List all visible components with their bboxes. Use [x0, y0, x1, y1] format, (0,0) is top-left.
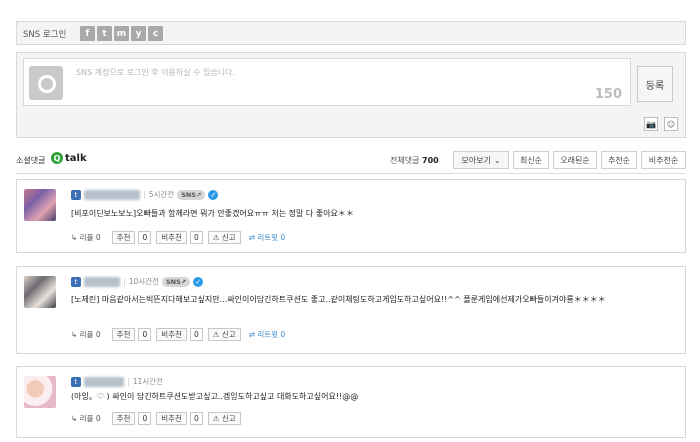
timestamp: 5시간전 — [148, 190, 175, 199]
not-recommend-count: 0 — [189, 231, 203, 244]
nickname[interactable] — [84, 376, 124, 387]
comment-item: t | 5시간전 SNS↗ ✓ [비포이딘보노보노]오빠들과 함께라면 뭐가 안… — [16, 179, 686, 253]
not-recommend-button[interactable]: 비추천 — [156, 231, 187, 244]
comment-compose-box: SNS 계정으로 로그인 후 이용하실 수 있습니다. 150 등록 📷 ☺ — [16, 52, 686, 138]
recommend-button[interactable]: 추천 — [111, 412, 136, 425]
not-recommend-count: 0 — [189, 412, 203, 425]
social-comment-title: 소셜댓글 — [16, 156, 46, 165]
recommend-button[interactable]: 추천 — [111, 231, 136, 244]
yozm-icon[interactable]: y — [131, 26, 146, 41]
total-label: 전체댓글 — [390, 156, 420, 165]
twitter-icon: t — [71, 376, 81, 387]
report-button[interactable]: ⚠ 신고 — [207, 328, 241, 341]
timestamp: 11시간전 — [132, 377, 163, 386]
reply-link[interactable]: ↳ 리플 0 — [71, 329, 101, 340]
not-recommend-button[interactable]: 비추천 — [156, 328, 187, 341]
comment-actions: ↳ 리플 0 추천 0 비추천 0 ⚠ 신고 — [71, 412, 241, 425]
total-count: 700 — [422, 156, 439, 165]
cyworld-icon[interactable]: c — [148, 26, 163, 41]
divider — [16, 173, 686, 174]
twitter-bird-icon: ✓ — [208, 189, 219, 200]
comment-meta: t | 5시간전 SNS↗ ✓ — [71, 189, 219, 200]
timestamp: 10시간전 — [128, 277, 159, 286]
sns-badge[interactable]: SNS↗ — [177, 189, 206, 200]
recommend-count: 0 — [138, 412, 152, 425]
retweet-link[interactable]: ⇄ 리트윗 0 — [249, 232, 286, 243]
comment-text: [노제린] 마음같아서는빅뜬지다해보고싶지만...싸인이이담긴하트쿠션도 좋고.… — [71, 295, 606, 304]
retweet-link[interactable]: ⇄ 리트윗 0 — [249, 329, 286, 340]
comment-input[interactable]: SNS 계정으로 로그인 후 이용하실 수 있습니다. 150 — [23, 58, 631, 106]
nickname[interactable] — [84, 189, 140, 200]
comment-actions: ↳ 리플 0 추천 0 비추천 0 ⚠ 신고 ⇄ 리트윗 0 — [71, 328, 285, 341]
twitter-bird-icon: ✓ — [193, 276, 204, 287]
recommend-button[interactable]: 추천 — [111, 328, 136, 341]
comment-item: t | 10시간전 SNS↗ ✓ [노제린] 마음같아서는빅뜬지다해보고싶지만.… — [16, 266, 686, 354]
report-button[interactable]: ⚠ 신고 — [207, 231, 241, 244]
reply-link[interactable]: ↳ 리플 0 — [71, 232, 101, 243]
not-recommend-count: 0 — [189, 328, 203, 341]
recommend-count: 0 — [138, 231, 152, 244]
facebook-icon[interactable]: f — [80, 26, 95, 41]
talk-bubble-icon: Q — [51, 152, 63, 164]
twitter-icon: t — [71, 276, 81, 287]
sns-icon-group: f t m y c — [80, 26, 163, 41]
avatar[interactable] — [24, 276, 56, 308]
talk-logo: Q talk — [51, 152, 87, 164]
sort-latest[interactable]: 최신순 — [513, 151, 549, 169]
emoticon-icon[interactable]: ☺ — [664, 117, 678, 131]
comment-actions: ↳ 리플 0 추천 0 비추천 0 ⚠ 신고 ⇄ 리트윗 0 — [71, 231, 285, 244]
sns-login-label: SNS 로그인 — [23, 30, 67, 40]
comment-meta: t | 10시간전 SNS↗ ✓ — [71, 276, 204, 287]
comment-item: t | 11시간전 (아잉。♡ ) 싸인이 담긴하트쿠션도받고싶고..겜잉도하고… — [16, 366, 686, 438]
default-avatar-icon — [29, 66, 63, 100]
not-recommend-button[interactable]: 비추천 — [156, 412, 187, 425]
recommend-count: 0 — [138, 328, 152, 341]
comment-text: (아잉。♡ ) 싸인이 담긴하트쿠션도받고싶고..겜잉도하고싶고 대화도하고싶어… — [71, 392, 359, 401]
avatar[interactable] — [24, 376, 56, 408]
reply-link[interactable]: ↳ 리플 0 — [71, 413, 101, 424]
sort-recommended[interactable]: 추천순 — [601, 151, 637, 169]
view-mode-label: 모아보기 — [461, 155, 491, 165]
sort-oldest[interactable]: 오래된순 — [553, 151, 597, 169]
report-button[interactable]: ⚠ 신고 — [207, 412, 241, 425]
twitter-icon: t — [71, 189, 81, 200]
submit-button[interactable]: 등록 — [637, 66, 673, 102]
retweet-count: 0 — [280, 233, 286, 242]
retweet-count: 0 — [280, 330, 286, 339]
sns-login-bar: SNS 로그인 f t m y c — [16, 21, 686, 45]
comment-text: [비포이딘보노보노]오빠들과 함께라면 뭐가 안좋겠어요ㅠㅠ 저는 정말 다 좋… — [71, 209, 354, 218]
camera-icon[interactable]: 📷 — [644, 117, 658, 131]
char-counter: 150 — [594, 87, 622, 102]
total-comments: 전체댓글 700 — [390, 155, 439, 166]
chevron-down-icon: ⌄ — [493, 155, 501, 165]
comment-meta: t | 11시간전 — [71, 376, 163, 387]
talk-brand: talk — [65, 152, 87, 164]
reply-count: 0 — [95, 330, 101, 339]
reply-count: 0 — [95, 233, 101, 242]
compose-placeholder: SNS 계정으로 로그인 후 이용하실 수 있습니다. — [76, 68, 236, 77]
avatar[interactable] — [24, 189, 56, 221]
reply-count: 0 — [95, 414, 101, 423]
sort-not-recommended[interactable]: 비추천순 — [641, 151, 686, 169]
nickname[interactable] — [84, 276, 120, 287]
sns-badge[interactable]: SNS↗ — [161, 276, 191, 287]
view-mode-dropdown[interactable]: 모아보기 ⌄ — [453, 151, 509, 169]
me2day-icon[interactable]: m — [114, 26, 129, 41]
twitter-icon[interactable]: t — [97, 26, 112, 41]
